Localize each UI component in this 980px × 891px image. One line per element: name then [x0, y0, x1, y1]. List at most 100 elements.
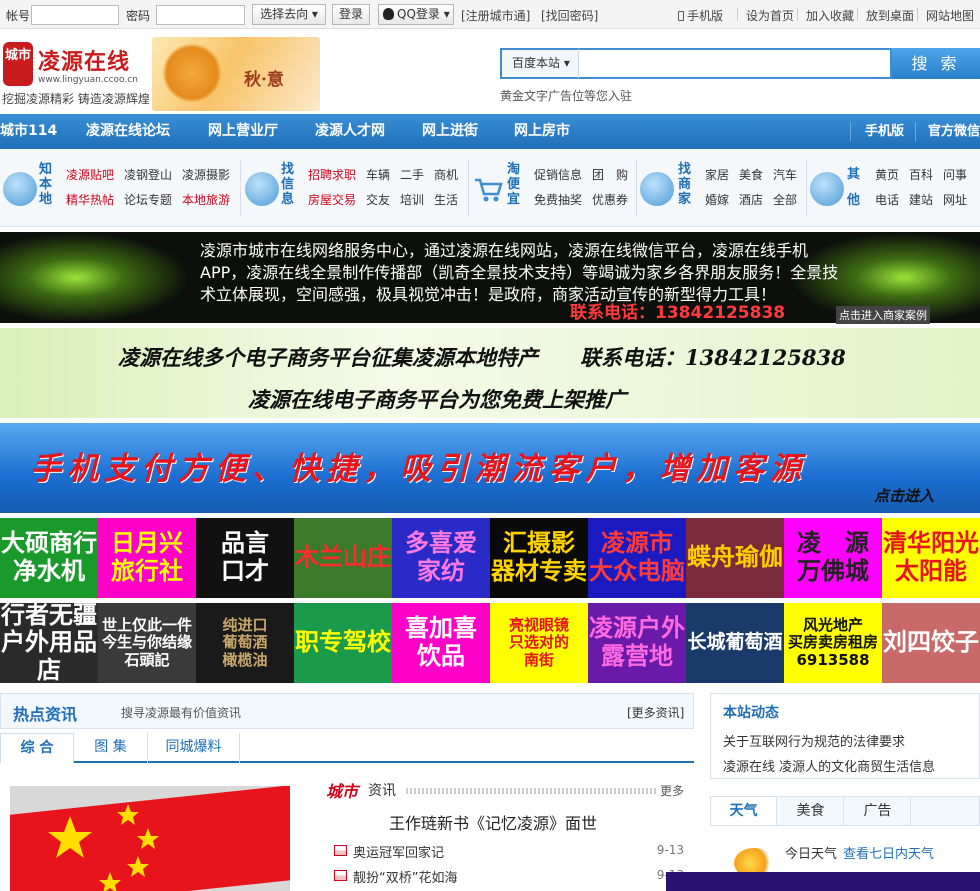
- nav-city114[interactable]: 城市114: [0, 114, 57, 149]
- panorama-banner[interactable]: 凌源市城市在线网络服务中心，通过凌源在线网站，凌源在线微信平台，凌源在线手机AP…: [0, 232, 980, 324]
- search-button[interactable]: 搜 索: [892, 48, 980, 79]
- ad-tile[interactable]: 纯进口 葡萄酒 橄榄油: [196, 603, 294, 683]
- cat-link[interactable]: 商机: [434, 166, 458, 183]
- ad-tile[interactable]: 日月兴 旅行社: [98, 518, 196, 598]
- ad-tile[interactable]: 长城葡萄酒: [686, 603, 784, 683]
- cat-link[interactable]: 优惠券: [592, 191, 628, 208]
- register-link[interactable]: [注册城市通]: [461, 7, 530, 24]
- list-item[interactable]: 奥运冠军回家记 9-13: [326, 841, 686, 861]
- merchant-case-link[interactable]: 点击进入商家案例: [836, 306, 930, 324]
- destination-select[interactable]: 选择去向 ▾: [252, 4, 326, 25]
- password-input[interactable]: [156, 5, 245, 25]
- cat-link[interactable]: 建站: [909, 191, 933, 208]
- ad-tile[interactable]: 汇摄影 器材专卖: [490, 518, 588, 598]
- ad-tile[interactable]: 清华阳光 太阳能: [882, 518, 980, 598]
- ad-tile[interactable]: 大硕商行 净水机: [0, 518, 98, 598]
- logo-name[interactable]: 凌源在线: [38, 44, 130, 76]
- site-map-link[interactable]: 网站地图: [926, 7, 974, 24]
- cat-link[interactable]: 网址: [943, 191, 967, 208]
- ad-tile[interactable]: 凌源市 大众电脑: [588, 518, 686, 598]
- cat-link[interactable]: 论坛专题: [124, 191, 172, 208]
- tab-weather[interactable]: 天气: [711, 797, 777, 825]
- nav-forum[interactable]: 凌源在线论坛: [86, 114, 170, 149]
- cat-link[interactable]: 家居: [705, 166, 729, 183]
- login-button[interactable]: 登录: [332, 4, 370, 25]
- cat-link[interactable]: 本地旅游: [182, 191, 230, 208]
- cat-link[interactable]: 凌钢登山: [124, 166, 172, 183]
- desktop-link[interactable]: 放到桌面: [866, 7, 914, 24]
- ad-tile[interactable]: 凌 源万佛城: [784, 518, 882, 598]
- cat-link[interactable]: 问事: [943, 166, 967, 183]
- cat-link[interactable]: 全部: [773, 191, 797, 208]
- cat-title-deal[interactable]: 淘便宜: [506, 162, 521, 207]
- cat-link[interactable]: 黄页: [875, 166, 899, 183]
- tab-ads[interactable]: 广告: [845, 797, 911, 825]
- cat-link[interactable]: 精华热帖: [66, 191, 114, 208]
- cat-link[interactable]: 二手: [400, 166, 424, 183]
- tab-food[interactable]: 美食: [778, 797, 844, 825]
- search-scope-select[interactable]: 百度本站 ▾: [500, 48, 580, 79]
- add-favorite-link[interactable]: 加入收藏: [806, 7, 854, 24]
- qq-login-button[interactable]: QQ登录 ▾: [378, 4, 454, 25]
- cat-link[interactable]: 凌源贴吧: [66, 166, 114, 183]
- mobile-link[interactable]: 手机版: [678, 7, 723, 24]
- ad-tile[interactable]: 凌源户外 露营地: [588, 603, 686, 683]
- cat-link[interactable]: 美食: [739, 166, 763, 183]
- ad-tile[interactable]: 世上仅此一件 今生与你结缘 石頭記: [98, 603, 196, 683]
- cat-link[interactable]: 电话: [875, 191, 899, 208]
- nav-wechat[interactable]: 官方微信: [928, 114, 980, 149]
- ad-tile[interactable]: 职专驾校: [294, 603, 392, 683]
- account-input[interactable]: [31, 5, 119, 25]
- nav-business-hall[interactable]: 网上营业厅: [208, 114, 278, 149]
- site-news-link[interactable]: 关于互联网行为规范的法律要求: [723, 731, 905, 750]
- city-news-more[interactable]: 更多: [660, 782, 684, 799]
- week-weather-link[interactable]: 查看七日内天气: [843, 843, 934, 862]
- text-ad-link[interactable]: 黄金文字广告位等您入驻: [500, 87, 632, 104]
- enter-link[interactable]: 点击进入: [874, 485, 934, 506]
- cat-title-info[interactable]: 找信息: [280, 162, 295, 207]
- tab-general[interactable]: 综 合: [0, 733, 74, 763]
- cat-link[interactable]: 免费抽奖: [534, 191, 582, 208]
- ecommerce-banner[interactable]: 凌源在线多个电子商务平台征集凌源本地特产 联系电话：13842125838 凌源…: [0, 328, 980, 418]
- cat-link[interactable]: 酒店: [739, 191, 763, 208]
- footer-ad-strip[interactable]: [666, 872, 980, 891]
- news-photo[interactable]: [10, 786, 290, 891]
- cat-link[interactable]: 团 购: [592, 166, 628, 183]
- tab-gallery[interactable]: 图 集: [74, 733, 148, 763]
- ad-tile[interactable]: 风光地产 买房卖房租房 6913588: [784, 603, 882, 683]
- ad-tile[interactable]: 刘四饺子: [882, 603, 980, 683]
- logo-mark[interactable]: 城市: [3, 42, 33, 86]
- ad-tile[interactable]: 蝶舟瑜伽: [686, 518, 784, 598]
- lead-headline[interactable]: 王作琏新书《记忆凌源》面世: [389, 810, 597, 834]
- cat-link[interactable]: 车辆: [366, 166, 390, 183]
- find-password-link[interactable]: [找回密码]: [541, 7, 598, 24]
- ad-tile[interactable]: 行者无疆 户外用品店: [0, 603, 98, 683]
- search-input[interactable]: [578, 48, 892, 79]
- tab-local-report[interactable]: 同城爆料: [148, 733, 240, 763]
- ad-tile[interactable]: 木兰山庄: [294, 518, 392, 598]
- cat-link[interactable]: 促销信息: [534, 166, 582, 183]
- ad-tile[interactable]: 多喜爱 家纺: [392, 518, 490, 598]
- mobile-pay-banner[interactable]: 手机支付方便、快捷，吸引潮流客户，增加客源 点击进入: [0, 423, 980, 513]
- ad-tile[interactable]: 喜加喜 饮品: [392, 603, 490, 683]
- nav-shopping[interactable]: 网上进街: [422, 114, 478, 149]
- set-home-link[interactable]: 设为首页: [746, 7, 794, 24]
- ad-tile[interactable]: 品言 口才: [196, 518, 294, 598]
- site-news-link[interactable]: 凌源在线 凌源人的文化商贸生活信息: [723, 756, 935, 775]
- cat-link[interactable]: 凌源摄影: [182, 166, 230, 183]
- cat-link[interactable]: 房屋交易: [308, 191, 356, 208]
- cat-link[interactable]: 汽车: [773, 166, 797, 183]
- more-news-link[interactable]: [更多资讯]: [627, 704, 684, 721]
- cat-link[interactable]: 招聘求职: [308, 166, 356, 183]
- ad-tile[interactable]: 亮视眼镜 只选对的 南街: [490, 603, 588, 683]
- cat-link[interactable]: 婚嫁: [705, 191, 729, 208]
- nav-mobile[interactable]: 手机版: [865, 114, 904, 149]
- list-item[interactable]: 靓扮“双桥”花如海 9-13: [326, 866, 686, 886]
- cat-link[interactable]: 百科: [909, 166, 933, 183]
- cat-link[interactable]: 交友: [366, 191, 390, 208]
- cat-title-other[interactable]: 其他: [846, 162, 861, 214]
- cat-link[interactable]: 生活: [434, 191, 458, 208]
- nav-housing[interactable]: 网上房市: [514, 114, 570, 149]
- cat-link[interactable]: 培训: [400, 191, 424, 208]
- nav-talent[interactable]: 凌源人才网: [315, 114, 385, 149]
